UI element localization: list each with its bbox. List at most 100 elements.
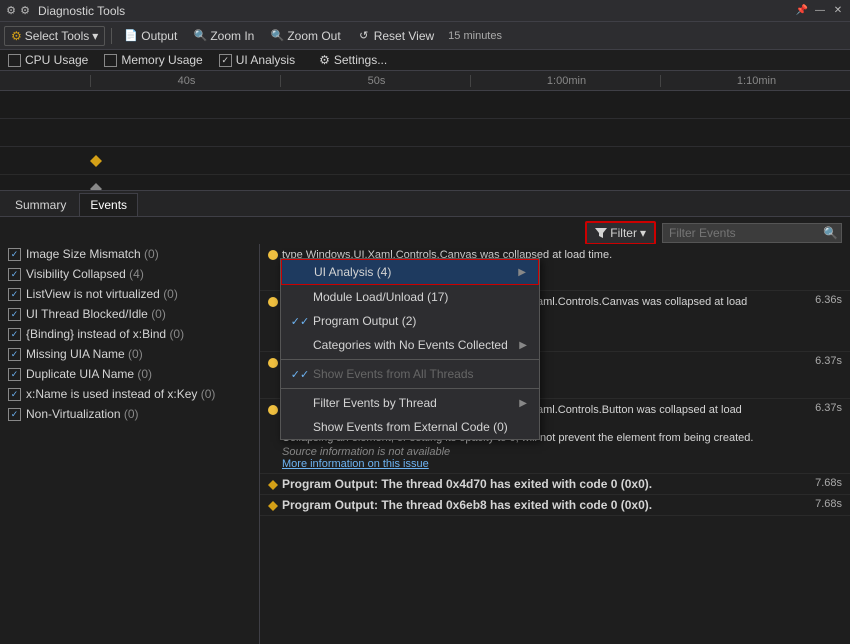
filter-checkbox: ✓ [8,368,21,381]
checks-toolbar: CPU Usage Memory Usage ✓ UI Analysis ⚙ S… [0,50,850,71]
filter-label: Missing UIA Name (0) [26,347,143,361]
select-tools-button[interactable]: ⚙ Select Tools ▾ [4,26,105,46]
filter-label: x:Name is used instead of x:Key (0) [26,387,215,401]
cpu-row-content [90,91,850,118]
cpu-usage-label: CPU Usage [25,53,88,67]
warning-icon [268,250,278,260]
dropdown-menu-item[interactable]: Module Load/Unload (17) [281,285,539,309]
ruler-tick-2: 50s [280,75,470,87]
select-tools-label: Select Tools [25,29,89,43]
list-item[interactable]: Program Output: The thread 0x6eb8 has ex… [260,495,850,516]
diamond-icon-2 [90,183,102,192]
title-bar-actions: 📌 — ✕ [794,3,846,19]
filter-row[interactable]: ✓ Duplicate UIA Name (0) [0,364,259,384]
filter-row[interactable]: ✓ Missing UIA Name (0) [0,344,259,364]
menu-item-label: Categories with No Events Collected [313,338,513,352]
filter-label: ListView is not virtualized (0) [26,287,178,301]
filter-checkbox: ✓ [8,388,21,401]
zoom-in-icon: 🔍 [193,29,207,43]
filter-checkbox: ✓ [8,408,21,421]
filter-label: Image Size Mismatch (0) [26,247,159,261]
ui-analysis-label: UI Analysis [236,53,295,67]
submenu-arrow-icon: ▶ [519,340,527,351]
filter-icon [595,227,607,239]
memory-row-content [90,119,850,146]
filter-label: Non-Virtualization (0) [26,407,139,421]
reset-view-button[interactable]: ↺ Reset View [351,26,440,46]
window-title: Diagnostic Tools [32,4,794,18]
event-title: Program Output: The thread 0x6eb8 has ex… [282,498,652,512]
tab-events[interactable]: Events [79,193,138,216]
filter-search-input[interactable] [669,226,819,240]
event-content: Program Output: The thread 0x6eb8 has ex… [282,498,768,512]
dropdown-menu-item[interactable]: UI Analysis (4) ▶ [281,259,539,285]
zoom-in-button[interactable]: 🔍 Zoom In [187,26,260,46]
warning-icon [268,405,278,415]
minimize-button[interactable]: — [812,3,828,19]
zoom-out-button[interactable]: 🔍 Zoom Out [264,26,346,46]
event-content: Program Output: The thread 0x4d70 has ex… [282,477,768,491]
menu-item-label: Show Events from All Threads [313,367,527,381]
diamond-row-2 [0,175,850,191]
warning-icon [268,297,278,307]
diamond-row-1 [0,147,850,175]
diamond-icon [268,479,278,489]
ruler-tick-3: 1:00min [470,75,660,87]
menu-item-label: Show Events from External Code (0) [313,420,527,434]
memory-usage-checkbox[interactable]: Memory Usage [104,53,202,67]
event-time: 6.37s [772,355,842,367]
tab-summary[interactable]: Summary [4,193,77,216]
dropdown-menu-item[interactable]: Show Events from External Code (0) [281,415,539,439]
filter-row[interactable]: ✓ Image Size Mismatch (0) [0,244,259,264]
settings-button[interactable]: ⚙ Settings... [319,53,387,67]
filter-search-box[interactable]: 🔍 [662,223,842,243]
filter-row[interactable]: ✓ UI Thread Blocked/Idle (0) [0,304,259,324]
event-time: 7.68s [772,477,842,489]
ui-analysis-checkbox[interactable]: ✓ UI Analysis [219,53,295,67]
filter-row[interactable]: ✓ {Binding} instead of x:Bind (0) [0,324,259,344]
memory-usage-label: Memory Usage [121,53,202,67]
output-button[interactable]: 📄 Output [118,26,183,46]
filter-row[interactable]: ✓ Visibility Collapsed (4) [0,264,259,284]
time-label: 15 minutes [444,30,502,42]
reset-view-label: Reset View [374,29,434,43]
ui-checkbox-box: ✓ [219,54,232,67]
dropdown-menu-item[interactable]: Categories with No Events Collected ▶ [281,333,539,357]
dropdown-menu-item: ✓ Show Events from All Threads [281,362,539,386]
dropdown-arrow-icon: ▾ [92,29,98,43]
menu-item-label: Filter Events by Thread [313,396,513,410]
filter-button[interactable]: Filter ▾ [585,221,656,245]
timeline-ruler: 40s 50s 1:00min 1:10min [0,71,850,91]
filter-row[interactable]: ✓ x:Name is used instead of x:Key (0) [0,384,259,404]
ruler-tick-1: 40s [90,75,280,87]
filter-row[interactable]: ✓ Non-Virtualization (0) [0,404,259,424]
filter-dropdown-menu: UI Analysis (4) ▶ Module Load/Unload (17… [280,258,540,440]
dropdown-menu-item[interactable]: Filter Events by Thread ▶ [281,391,539,415]
output-label: Output [141,29,177,43]
filter-checkbox: ✓ [8,328,21,341]
memory-checkbox-box [104,54,117,67]
filter-row[interactable]: ✓ ListView is not virtualized (0) [0,284,259,304]
toolbar-separator [111,28,112,44]
timeline-area: 40s 50s 1:00min 1:10min [0,71,850,191]
filter-checkbox: ✓ [8,288,21,301]
dropdown-menu-item[interactable]: ✓ Program Output (2) [281,309,539,333]
filter-dropdown-icon: ▾ [640,226,646,240]
event-title: Program Output: The thread 0x4d70 has ex… [282,477,652,491]
close-button[interactable]: ✕ [830,3,846,19]
list-item[interactable]: Program Output: The thread 0x4d70 has ex… [260,474,850,495]
cpu-usage-checkbox[interactable]: CPU Usage [8,53,88,67]
filter-label: Duplicate UIA Name (0) [26,367,152,381]
search-icon: 🔍 [823,226,838,240]
filter-checkbox: ✓ [8,248,21,261]
cpu-checkbox-box [8,54,21,67]
event-source: Source information is not available [282,446,450,458]
diamond-icon [268,500,278,510]
filter-checkbox: ✓ [8,348,21,361]
event-time: 6.36s [772,294,842,306]
event-link[interactable]: More information on this issue [282,458,768,470]
output-icon: 📄 [124,29,138,43]
cpu-timeline-row [0,91,850,119]
filter-checkbox: ✓ [8,268,21,281]
pin-button[interactable]: 📌 [794,3,810,19]
